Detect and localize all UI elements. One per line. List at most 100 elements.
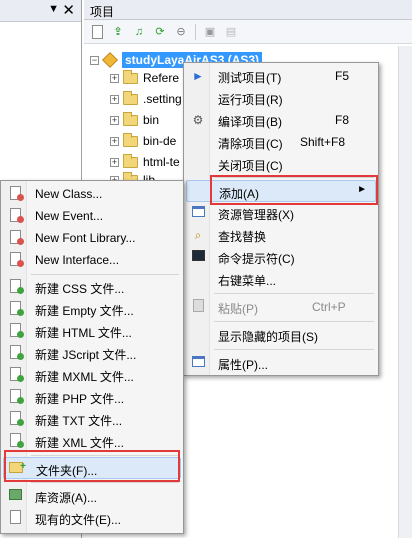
- expand-icon[interactable]: +: [110, 115, 119, 125]
- submenu-item-new-txt[interactable]: 新建 TXT 文件...: [3, 408, 181, 430]
- tree-item[interactable]: + bin-de: [110, 131, 176, 151]
- project-icon: [102, 52, 118, 68]
- jscript-file-icon: [7, 345, 24, 361]
- menu-item-label: New Font Library...: [35, 231, 136, 245]
- menu-divider: [31, 274, 179, 275]
- existing-file-icon: [7, 510, 23, 526]
- menu-item-shortcut: F5: [335, 69, 350, 83]
- menu-item-test-project[interactable]: ► 测试项目(T) F5: [186, 65, 376, 87]
- menu-item-label: 新建 PHP 文件...: [35, 392, 125, 406]
- new-file-icon[interactable]: [88, 23, 106, 41]
- menu-item-label: New Interface...: [35, 253, 120, 267]
- expand-icon[interactable]: +: [110, 136, 119, 146]
- menu-divider: [214, 177, 374, 178]
- menu-item-label: 库资源(A)...: [35, 491, 97, 505]
- play-icon: ►: [192, 69, 204, 83]
- menu-item-label: New Class...: [35, 187, 103, 201]
- tree-item[interactable]: + bin: [110, 110, 159, 130]
- chevron-down-icon[interactable]: ▼: [48, 3, 59, 15]
- submenu-item-new-empty[interactable]: 新建 Empty 文件...: [3, 298, 181, 320]
- submenu-item-new-jscript[interactable]: 新建 JScript 文件...: [3, 342, 181, 364]
- menu-item-label: 新建 XML 文件...: [35, 436, 124, 450]
- mxml-file-icon: [7, 367, 24, 383]
- menu-item-add[interactable]: 添加(A) ►: [186, 180, 376, 202]
- collapse-icon[interactable]: −: [90, 55, 99, 65]
- menu-item-clean-project[interactable]: 清除项目(C) Shift+F8: [186, 131, 376, 153]
- txt-file-icon: [7, 411, 24, 427]
- tree-item-label[interactable]: bin: [143, 113, 159, 127]
- submenu-item-new-class[interactable]: New Class...: [3, 183, 181, 205]
- menu-item-close-project[interactable]: 关闭项目(C): [186, 153, 376, 175]
- tree-item-label[interactable]: bin-de: [143, 134, 176, 148]
- submenu-item-new-xml[interactable]: 新建 XML 文件...: [3, 430, 181, 452]
- close-icon[interactable]: ✕: [62, 1, 75, 19]
- menu-divider: [214, 293, 374, 294]
- submenu-item-new-mxml[interactable]: 新建 MXML 文件...: [3, 364, 181, 386]
- event-file-icon: [7, 208, 24, 224]
- submenu-item-library-asset[interactable]: 库资源(A)...: [3, 485, 181, 507]
- menu-divider: [31, 455, 179, 456]
- menu-item-label: 属性(P)...: [218, 358, 268, 372]
- refresh-icon[interactable]: ⟳: [151, 23, 169, 41]
- submenu-item-new-html[interactable]: 新建 HTML 文件...: [3, 320, 181, 342]
- open-icon[interactable]: ⇪: [109, 23, 127, 41]
- menu-item-label: 编译项目(B): [218, 115, 282, 129]
- menu-item-label: 资源管理器(X): [218, 208, 294, 222]
- settings-icon[interactable]: ▣: [201, 23, 219, 41]
- submenu-item-existing-file[interactable]: 现有的文件(E)...: [3, 507, 181, 529]
- menu-item-show-hidden[interactable]: 显示隐藏的项目(S): [186, 324, 376, 346]
- submenu-arrow-icon: ►: [357, 184, 367, 195]
- stop-icon[interactable]: ⊖: [172, 23, 190, 41]
- folder-icon: [123, 153, 138, 168]
- menu-item-label: 新建 Empty 文件...: [35, 304, 134, 318]
- expand-icon[interactable]: +: [110, 94, 119, 104]
- menu-item-build-project[interactable]: ⚙ 编译项目(B) F8: [186, 109, 376, 131]
- menu-item-label: 新建 MXML 文件...: [35, 370, 134, 384]
- tree-item-label[interactable]: Refere: [143, 71, 179, 85]
- toolbar-divider: [195, 23, 196, 40]
- menu-item-shell-menu[interactable]: 右键菜单...: [186, 268, 376, 290]
- menu-item-find-replace[interactable]: ⌕ 查找替换: [186, 224, 376, 246]
- menu-item-command-prompt[interactable]: 命令提示符(C): [186, 246, 376, 268]
- submenu-item-new-event[interactable]: New Event...: [3, 205, 181, 227]
- menu-item-explorer[interactable]: 资源管理器(X): [186, 202, 376, 224]
- publish-icon[interactable]: ♫: [130, 23, 148, 41]
- empty-file-icon: [7, 301, 24, 317]
- menu-item-label: 新建 HTML 文件...: [35, 326, 132, 340]
- tree-item-label[interactable]: html-te: [143, 155, 180, 169]
- xml-file-icon: [7, 433, 24, 449]
- disabled-icon[interactable]: ▤: [222, 23, 240, 41]
- library-icon: [7, 488, 23, 504]
- menu-item-label: 命令提示符(C): [218, 252, 295, 266]
- menu-item-properties[interactable]: 属性(P)...: [186, 352, 376, 374]
- menu-item-label: 运行项目(R): [218, 93, 283, 107]
- submenu-item-new-php[interactable]: 新建 PHP 文件...: [3, 386, 181, 408]
- tree-item[interactable]: + Refere: [110, 68, 179, 88]
- interface-file-icon: [7, 252, 24, 268]
- menu-item-label: 新建 JScript 文件...: [35, 348, 137, 362]
- menu-divider: [214, 349, 374, 350]
- menu-item-paste[interactable]: 粘贴(P) Ctrl+P: [186, 296, 376, 318]
- expand-icon[interactable]: +: [110, 157, 119, 167]
- folder-icon: [123, 132, 138, 147]
- menu-item-label: 右键菜单...: [218, 274, 277, 288]
- menu-item-shortcut: F8: [335, 113, 350, 127]
- tree-item-label[interactable]: .setting: [143, 92, 182, 106]
- menu-item-shortcut: Ctrl+P: [312, 300, 346, 314]
- submenu-item-new-css[interactable]: 新建 CSS 文件...: [3, 276, 181, 298]
- menu-item-label: 查找替换: [218, 230, 267, 244]
- tree-item[interactable]: + html-te: [110, 152, 180, 172]
- terminal-icon: [190, 249, 206, 265]
- submenu-item-new-interface[interactable]: New Interface...: [3, 249, 181, 271]
- tree-item[interactable]: + .setting: [110, 89, 182, 109]
- expand-icon[interactable]: +: [110, 73, 119, 83]
- tree-scrollbar[interactable]: [398, 46, 412, 538]
- project-toolbar: ⇪ ♫ ⟳ ⊖ ▣ ▤: [84, 20, 412, 44]
- project-panel-title: 项目: [84, 0, 412, 20]
- submenu-item-folder[interactable]: + 文件夹(F)...: [3, 457, 181, 479]
- submenu-item-new-font-library[interactable]: New Font Library...: [3, 227, 181, 249]
- menu-item-label: 新建 CSS 文件...: [35, 282, 125, 296]
- menu-item-run-project[interactable]: 运行项目(R): [186, 87, 376, 109]
- properties-icon: [190, 355, 206, 371]
- folder-icon: [123, 111, 138, 126]
